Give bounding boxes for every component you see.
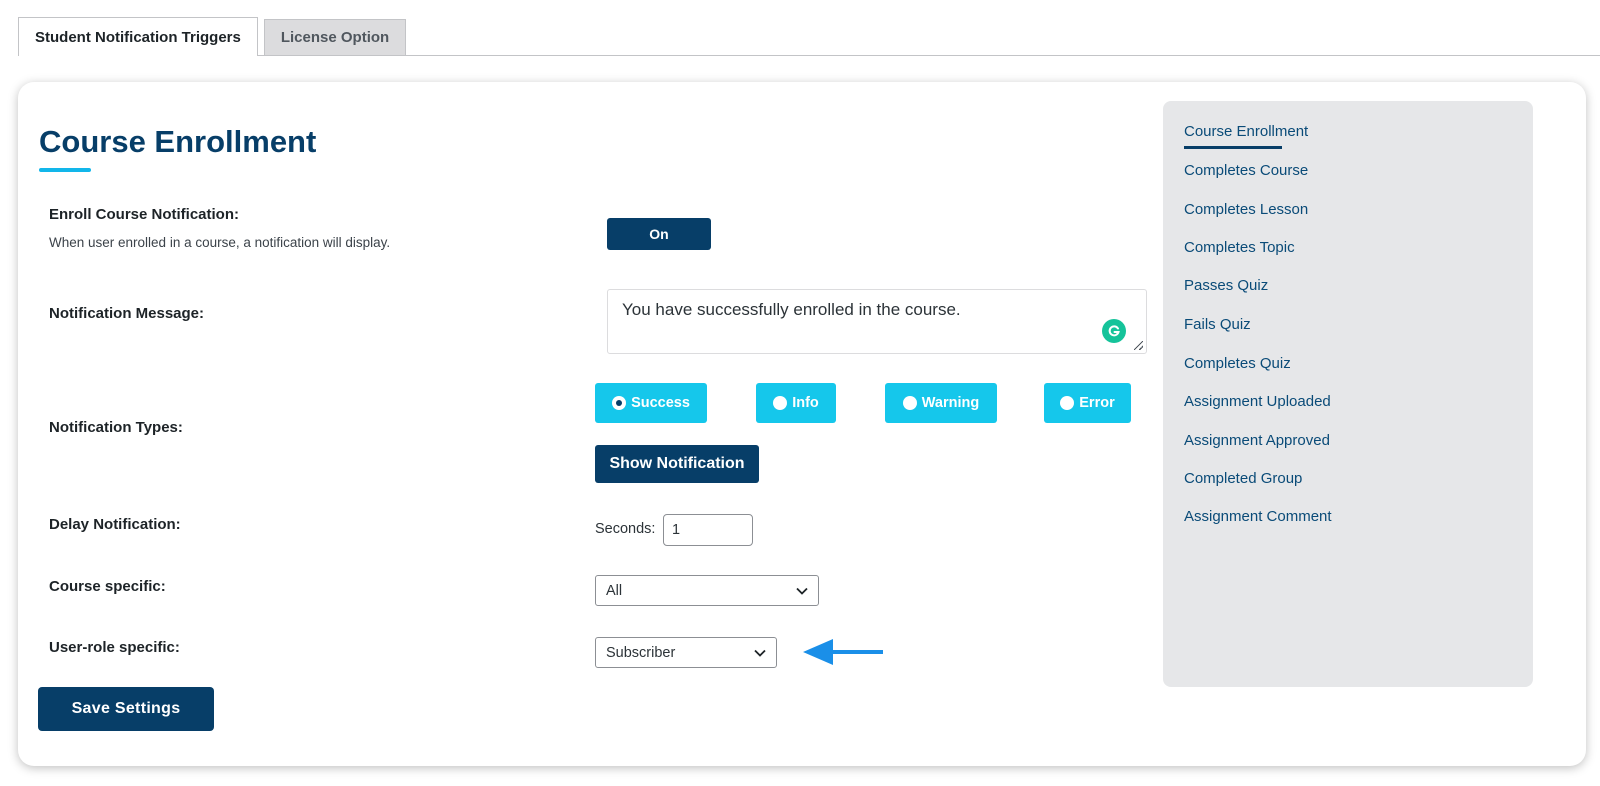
notification-types-label: Notification Types: [49, 419, 183, 436]
settings-card: Course Enrollment Enroll Course Notifica… [18, 82, 1586, 766]
chevron-down-icon [754, 649, 766, 657]
sidebar-item-assignment-approved[interactable]: Assignment Approved [1184, 432, 1330, 449]
radio-unchecked-icon [902, 396, 917, 410]
type-error-radio[interactable]: Error [1044, 383, 1131, 423]
active-item-underline [1184, 146, 1282, 149]
user-role-specific-select[interactable]: Subscriber [595, 637, 777, 668]
user-role-specific-value: Subscriber [606, 644, 676, 661]
notification-message-label: Notification Message: [49, 305, 205, 322]
course-specific-label: Course specific: [49, 578, 166, 595]
type-info-label: Info [792, 395, 819, 411]
type-error-label: Error [1079, 395, 1115, 411]
tab-bar: Student Notification Triggers License Op… [18, 17, 1600, 56]
type-warning-radio[interactable]: Warning [885, 383, 997, 423]
type-info-radio[interactable]: Info [756, 383, 836, 423]
chevron-down-icon [796, 587, 808, 595]
grammarly-icon[interactable] [1102, 319, 1126, 343]
user-role-specific-label: User-role specific: [49, 639, 180, 656]
notification-message-text: You have successfully enrolled in the co… [622, 300, 961, 319]
sidebar-item-completes-course[interactable]: Completes Course [1184, 162, 1308, 179]
sidebar-item-completes-topic[interactable]: Completes Topic [1184, 239, 1295, 256]
sidebar-item-completed-group[interactable]: Completed Group [1184, 470, 1302, 487]
tab-license-option[interactable]: License Option [263, 19, 407, 55]
radio-checked-icon [612, 396, 627, 410]
enroll-notification-toggle[interactable]: On [607, 218, 711, 250]
sidebar-item-assignment-comment[interactable]: Assignment Comment [1184, 508, 1332, 525]
sidebar-item-completes-lesson[interactable]: Completes Lesson [1184, 201, 1308, 218]
notification-message-textarea[interactable]: You have successfully enrolled in the co… [607, 289, 1147, 354]
radio-unchecked-icon [773, 396, 788, 410]
save-settings-button[interactable]: Save Settings [38, 687, 214, 731]
arrow-left-icon [803, 639, 883, 665]
type-warning-label: Warning [921, 395, 980, 411]
sidebar-item-assignment-uploaded[interactable]: Assignment Uploaded [1184, 393, 1331, 410]
type-success-label: Success [631, 395, 690, 411]
delay-notification-label: Delay Notification: [49, 516, 181, 533]
course-specific-value: All [606, 582, 623, 599]
title-underline [39, 168, 91, 172]
sidebar-item-passes-quiz[interactable]: Passes Quiz [1184, 277, 1268, 294]
type-success-radio[interactable]: Success [595, 383, 707, 423]
radio-unchecked-icon [1060, 396, 1075, 410]
delay-seconds-input[interactable]: 1 [663, 514, 753, 546]
sidebar-item-fails-quiz[interactable]: Fails Quiz [1184, 316, 1251, 333]
enroll-notification-label: Enroll Course Notification: [49, 206, 240, 223]
course-specific-select[interactable]: All [595, 575, 819, 606]
enroll-notification-description: When user enrolled in a course, a notifi… [49, 235, 391, 250]
sidebar-item-course-enrollment[interactable]: Course Enrollment [1184, 123, 1308, 140]
resize-handle[interactable] [1134, 341, 1143, 350]
page-title: Course Enrollment [39, 124, 317, 159]
sidebar-item-completes-quiz[interactable]: Completes Quiz [1184, 355, 1291, 372]
seconds-label: Seconds: [595, 521, 656, 537]
show-notification-button[interactable]: Show Notification [595, 445, 759, 483]
tab-student-notification-triggers[interactable]: Student Notification Triggers [18, 17, 258, 56]
trigger-sidebar: Course Enrollment Completes Course Compl… [1163, 101, 1533, 687]
